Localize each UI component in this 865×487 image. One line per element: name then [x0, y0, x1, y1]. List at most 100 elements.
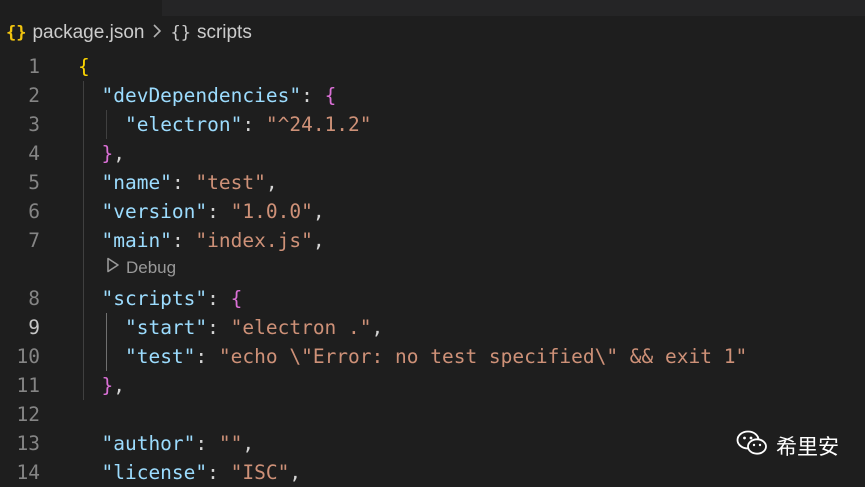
json-key: "main": [101, 229, 172, 252]
punctuation: [78, 142, 101, 165]
punctuation: ,: [371, 316, 384, 339]
code-line[interactable]: 1{: [0, 52, 865, 81]
code-text: "name": "test",: [78, 168, 278, 197]
active-tab[interactable]: [0, 0, 162, 16]
code-line[interactable]: 6 "version": "1.0.0",: [0, 197, 865, 226]
code-line[interactable]: 12: [0, 400, 865, 429]
punctuation: [78, 200, 101, 223]
json-string: "1.0.0": [230, 200, 313, 223]
bracket: }: [101, 374, 114, 397]
punctuation: [78, 461, 101, 484]
object-icon: {}: [170, 23, 191, 43]
json-key: "devDependencies": [101, 84, 302, 107]
debug-code-lens[interactable]: Debug: [106, 256, 176, 280]
punctuation: ,: [113, 142, 125, 165]
punctuation: ,: [312, 200, 325, 223]
json-key: "test": [124, 345, 196, 368]
code-text: "version": "1.0.0",: [78, 197, 325, 226]
punctuation: :: [242, 113, 266, 136]
json-string: "index.js": [195, 229, 313, 252]
code-text: "devDependencies": {: [78, 81, 336, 110]
breadcrumb-section[interactable]: scripts: [197, 22, 252, 44]
code-line[interactable]: 8 "scripts": {: [0, 284, 865, 313]
code-line[interactable]: 4 },: [0, 139, 865, 168]
punctuation: [78, 84, 101, 107]
punctuation: ,: [289, 461, 302, 484]
debug-label: Debug: [126, 258, 177, 277]
code-text: {: [78, 52, 90, 81]
json-key: "scripts": [101, 287, 208, 310]
line-number: 10: [16, 345, 40, 368]
watermark-text: 希里安: [776, 434, 839, 459]
bracket: {: [78, 55, 90, 78]
tab-strip: [0, 0, 865, 16]
code-line[interactable]: 5 "name": "test",: [0, 168, 865, 197]
code-text: "main": "index.js",: [78, 226, 325, 255]
punctuation: ,: [265, 171, 278, 194]
punctuation: [78, 229, 101, 252]
punctuation: :: [207, 200, 231, 223]
code-text: "author": "",: [78, 429, 254, 458]
punctuation: [78, 113, 125, 136]
json-key: "start": [124, 316, 208, 339]
watermark: 希里安: [736, 429, 839, 462]
punctuation: :: [171, 229, 196, 252]
line-number: 13: [16, 432, 40, 455]
line-number: 2: [28, 84, 40, 107]
json-file-icon: {}: [6, 23, 27, 43]
punctuation: :: [301, 84, 325, 107]
json-key: "name": [101, 171, 172, 194]
line-number: 11: [16, 374, 40, 397]
code-text: "electron": "^24.1.2": [78, 110, 372, 139]
bracket: {: [324, 84, 337, 107]
line-number: 3: [28, 113, 40, 136]
json-string: "^24.1.2": [265, 113, 372, 136]
punctuation: [78, 345, 125, 368]
code-line[interactable]: 3 "electron": "^24.1.2": [0, 110, 865, 139]
line-number: 7: [28, 229, 40, 252]
punctuation: [78, 171, 101, 194]
punctuation: [78, 374, 101, 397]
punctuation: :: [171, 171, 196, 194]
punctuation: [78, 316, 125, 339]
code-text: },: [78, 139, 125, 168]
bracket: }: [101, 142, 114, 165]
line-number: 14: [16, 461, 40, 484]
line-number: 9: [28, 316, 40, 339]
json-string: "ISC": [230, 461, 290, 484]
code-editor[interactable]: 1{2 "devDependencies": {3 "electron": "^…: [0, 51, 865, 484]
punctuation: [78, 432, 101, 455]
code-text: "license": "ISC",: [78, 458, 301, 487]
code-text: "test": "echo \"Error: no test specified…: [78, 342, 747, 371]
json-string: "test": [195, 171, 266, 194]
json-key: "author": [101, 432, 196, 455]
punctuation: ,: [312, 229, 325, 252]
breadcrumb-file[interactable]: package.json: [32, 22, 144, 44]
code-line[interactable]: 10 "test": "echo \"Error: no test specif…: [0, 342, 865, 371]
code-line[interactable]: 11 },: [0, 371, 865, 400]
breadcrumb: {} package.json {} scripts: [0, 18, 865, 48]
punctuation: :: [207, 287, 231, 310]
line-number: 6: [28, 200, 40, 223]
punctuation: :: [207, 316, 231, 339]
line-number: 8: [28, 287, 40, 310]
json-string: "electron .": [230, 316, 372, 339]
code-line[interactable]: 14 "license": "ISC",: [0, 458, 865, 487]
punctuation: ,: [113, 374, 125, 397]
json-string: "echo \"Error: no test specified\" && ex…: [218, 345, 748, 368]
code-line[interactable]: 9 "start": "electron .",: [0, 313, 865, 342]
code-text: "scripts": {: [78, 284, 242, 313]
code-line[interactable]: 7 "main": "index.js",: [0, 226, 865, 255]
line-number: 1: [28, 55, 40, 78]
line-number: 4: [28, 142, 40, 165]
chevron-right-icon: [152, 23, 162, 44]
code-text: },: [78, 371, 125, 400]
punctuation: :: [195, 432, 219, 455]
line-number: 12: [16, 403, 40, 426]
code-line[interactable]: 2 "devDependencies": {: [0, 81, 865, 110]
json-key: "version": [101, 200, 208, 223]
play-icon: [106, 256, 120, 280]
line-number: 5: [28, 171, 40, 194]
wechat-icon: [736, 429, 768, 462]
punctuation: ,: [242, 432, 255, 455]
